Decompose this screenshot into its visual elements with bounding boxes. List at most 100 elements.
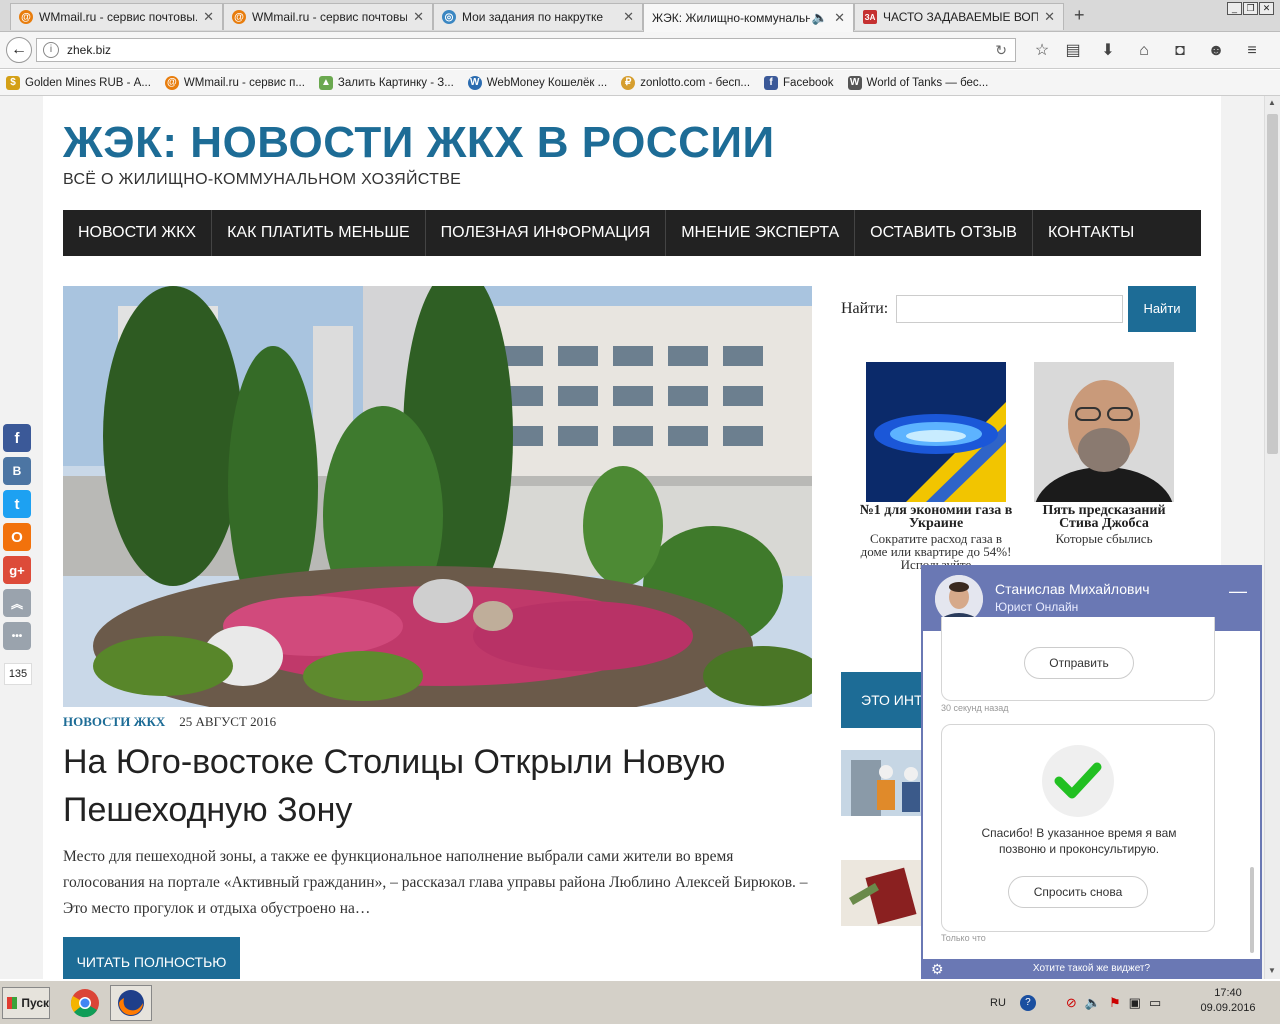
- scroll-up-icon[interactable]: ︽: [3, 589, 31, 617]
- post-meta: НОВОСТИ ЖКХ 25 АВГУСТ 2016: [63, 714, 276, 730]
- minimize-window-button[interactable]: _: [1227, 2, 1242, 15]
- windows-taskbar: Пуск RU ? ⊘ 🔈 ⚑ ▣ ▭ 17:40 09.09.2016: [0, 980, 1280, 1024]
- facebook-share-icon[interactable]: f: [3, 424, 31, 452]
- pocket-icon[interactable]: ◘: [1170, 41, 1190, 61]
- social-share-bar: f В t О g+ ︽ •••: [3, 424, 33, 655]
- menu-hamburger-icon[interactable]: ≡: [1242, 41, 1262, 61]
- ad-card-jobs[interactable]: Пять предсказаний Стива Джобса Которые с…: [1024, 362, 1184, 545]
- network-warning-icon[interactable]: ⊘: [1066, 995, 1077, 1011]
- security-icon[interactable]: ⚑: [1109, 995, 1121, 1011]
- home-icon[interactable]: ⌂: [1134, 41, 1154, 61]
- bookmark-favicon-icon: W: [467, 75, 482, 90]
- bookmark-item[interactable]: $ Golden Mines RUB - А...: [6, 75, 151, 90]
- menu-item-feedback[interactable]: ОСТАВИТЬ ОТЗЫВ: [855, 210, 1033, 256]
- browser-tab[interactable]: @ WMmail.ru - сервис почтовы... ✕: [223, 3, 433, 30]
- site-info-icon[interactable]: i: [43, 42, 59, 58]
- tab-title: WMmail.ru - сервис почтовы...: [39, 10, 198, 24]
- post-title[interactable]: На Юго-востоке Столицы Открыли Новую Пеш…: [63, 738, 823, 834]
- bookmarks-toolbar: $ Golden Mines RUB - А... @ WMmail.ru - се…: [0, 70, 1280, 96]
- minimize-chat-icon[interactable]: —: [1229, 581, 1247, 602]
- post-category-link[interactable]: НОВОСТИ ЖКХ: [63, 714, 165, 730]
- read-more-button[interactable]: ЧИТАТЬ ПОЛНОСТЬЮ: [63, 937, 240, 979]
- back-button[interactable]: ←: [6, 37, 32, 63]
- bookmark-favicon-icon: W: [847, 75, 862, 90]
- widget-promo-link[interactable]: Хотите такой же виджет?: [1033, 963, 1150, 974]
- chrome-taskbar-icon[interactable]: [64, 985, 106, 1021]
- tab-title: ЧАСТО ЗАДАВАЕМЫЕ ВОПР...: [883, 10, 1039, 24]
- scrollbar-thumb[interactable]: [1267, 114, 1278, 454]
- clock-time: 17:40: [1214, 987, 1242, 999]
- sidebar-thumbnail-workers[interactable]: [841, 750, 931, 816]
- odnoklassniki-share-icon[interactable]: О: [3, 523, 31, 551]
- googleplus-share-icon[interactable]: g+: [3, 556, 31, 584]
- menu-item-contacts[interactable]: КОНТАКТЫ: [1033, 210, 1149, 256]
- site-title[interactable]: ЖЭК: НОВОСТИ ЖКХ В РОССИИ: [63, 118, 775, 168]
- extension-icon[interactable]: ☻: [1206, 41, 1226, 61]
- more-share-icon[interactable]: •••: [3, 622, 31, 650]
- download-icon[interactable]: ⬇: [1098, 41, 1118, 61]
- system-clock[interactable]: 17:40 09.09.2016: [1190, 986, 1266, 1016]
- tab-title: ЖЭК: Жилищно-коммунальн...: [652, 11, 810, 25]
- sidebar-thumbnail-documents[interactable]: [841, 860, 931, 926]
- search-input[interactable]: [896, 295, 1123, 323]
- restore-window-button[interactable]: ❐: [1243, 2, 1258, 15]
- menu-item-news[interactable]: НОВОСТИ ЖКХ: [63, 210, 213, 256]
- ad-card-title[interactable]: Пять предсказаний Стива Джобса: [1024, 504, 1184, 531]
- bookmark-item[interactable]: ▲ Залить Картинку - З...: [318, 75, 454, 90]
- menu-item-pay-less[interactable]: КАК ПЛАТИТЬ МЕНЬШЕ: [212, 210, 426, 256]
- scroll-up-arrow-icon[interactable]: ▲: [1268, 98, 1276, 107]
- bookmark-item[interactable]: W WebMoney Кошелёк ...: [467, 75, 608, 90]
- settings-gear-icon[interactable]: ⚙: [931, 959, 944, 977]
- windows-logo-icon: [7, 997, 18, 1009]
- bookmark-favicon-icon: ₽: [621, 75, 636, 90]
- language-indicator[interactable]: RU: [990, 997, 1006, 1009]
- menu-item-useful-info[interactable]: ПОЛЕЗНАЯ ИНФОРМАЦИЯ: [426, 210, 667, 256]
- close-window-button[interactable]: ✕: [1259, 2, 1274, 15]
- menu-item-expert[interactable]: МНЕНИЕ ЭКСПЕРТА: [666, 210, 856, 256]
- browser-tab[interactable]: ◎ Мои задания по накрутке ✕: [433, 3, 643, 30]
- vk-share-icon[interactable]: В: [3, 457, 31, 485]
- reading-list-icon[interactable]: ▤: [1063, 41, 1083, 61]
- chat-footer: ⚙ Хотите такой же виджет?: [923, 959, 1260, 977]
- close-tab-icon[interactable]: ✕: [1044, 9, 1055, 25]
- bookmark-label: WebMoney Кошелёк ...: [486, 76, 608, 89]
- browser-tab-active[interactable]: ЖЭК: Жилищно-коммунальн... 🔈 ✕: [643, 3, 854, 32]
- display-icon[interactable]: ▣: [1129, 995, 1141, 1011]
- portrait-image: [1034, 362, 1174, 502]
- close-tab-icon[interactable]: ✕: [413, 9, 424, 25]
- send-button[interactable]: Отправить: [1024, 647, 1134, 679]
- bookmark-item[interactable]: @ WMmail.ru - сервис п...: [164, 75, 305, 90]
- address-bar[interactable]: i zhek.biz ↻: [36, 38, 1016, 62]
- speaker-icon[interactable]: 🔈: [812, 10, 828, 26]
- bookmark-item[interactable]: f Facebook: [764, 75, 834, 90]
- close-tab-icon[interactable]: ✕: [834, 10, 845, 26]
- bookmark-item[interactable]: ₽ zonlotto.com - бесп...: [621, 75, 750, 90]
- search-label: Найти:: [841, 300, 889, 317]
- battery-icon[interactable]: ▭: [1149, 995, 1161, 1011]
- close-tab-icon[interactable]: ✕: [203, 9, 214, 25]
- agent-name: Станислав Михайлович: [995, 581, 1150, 597]
- message-timestamp: Только что: [941, 933, 986, 943]
- bookmark-star-icon[interactable]: ☆: [1032, 41, 1052, 61]
- new-tab-button[interactable]: +: [1074, 5, 1085, 26]
- close-tab-icon[interactable]: ✕: [623, 9, 634, 25]
- post-featured-image[interactable]: [63, 286, 812, 707]
- agent-role: Юрист Онлайн: [995, 600, 1079, 614]
- firefox-taskbar-icon[interactable]: [110, 985, 152, 1021]
- ad-card-title[interactable]: №1 для экономии газа в Украине: [856, 504, 1016, 531]
- browser-tab[interactable]: @ WMmail.ru - сервис почтовы... ✕: [10, 3, 223, 30]
- help-icon[interactable]: ?: [1019, 995, 1036, 1011]
- volume-icon[interactable]: 🔈: [1085, 995, 1101, 1011]
- wmmail-favicon-icon: @: [232, 10, 246, 24]
- scroll-down-arrow-icon[interactable]: ▼: [1268, 966, 1276, 975]
- ad-card-gas[interactable]: №1 для экономии газа в Украине Сократите…: [856, 362, 1016, 571]
- reload-icon[interactable]: ↻: [995, 42, 1007, 59]
- search-button[interactable]: Найти: [1128, 286, 1196, 332]
- chat-scrollbar[interactable]: [1250, 867, 1254, 953]
- twitter-share-icon[interactable]: t: [3, 490, 31, 518]
- bookmark-item[interactable]: W World of Tanks — бес...: [847, 75, 988, 90]
- ask-again-button[interactable]: Спросить снова: [1008, 876, 1148, 908]
- start-button[interactable]: Пуск: [2, 987, 50, 1019]
- browser-tab[interactable]: ЗА ЧАСТО ЗАДАВАЕМЫЕ ВОПР... ✕: [854, 3, 1064, 30]
- page-scrollbar[interactable]: ▲ ▼: [1264, 96, 1280, 979]
